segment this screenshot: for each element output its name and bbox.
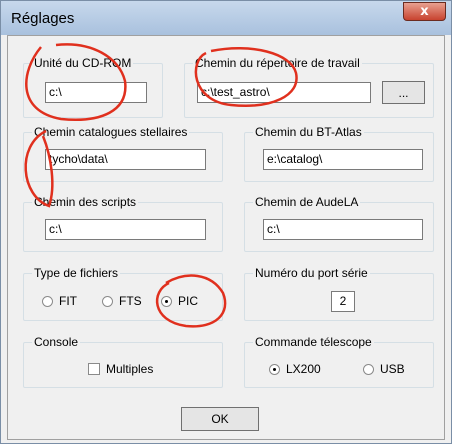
serialport-label: Numéro du port série: [253, 266, 370, 280]
cdrom-input[interactable]: c:\: [45, 82, 147, 103]
workdir-input[interactable]: c:\test_astro\: [197, 82, 371, 103]
group-serialport: Numéro du port série 2: [244, 266, 434, 321]
settings-window: Réglages x Unité du CD-ROM c:\ Chemin du…: [0, 0, 452, 444]
radio-fts[interactable]: FTS: [102, 294, 142, 308]
multiples-checkbox-box[interactable]: [88, 363, 100, 375]
telescope-label: Commande télescope: [253, 335, 374, 349]
ok-button[interactable]: OK: [181, 407, 259, 431]
btatlas-input[interactable]: e:\catalog\: [263, 149, 423, 170]
browse-button[interactable]: ...: [382, 81, 425, 104]
group-console: Console Multiples: [23, 335, 223, 388]
audela-input[interactable]: c:\: [263, 219, 423, 240]
catalogs-label: Chemin catalogues stellaires: [32, 125, 190, 139]
radio-usb-label: USB: [380, 362, 405, 376]
console-label: Console: [32, 335, 81, 349]
workdir-label: Chemin du répertoire de travail: [193, 56, 362, 70]
btatlas-label: Chemin du BT-Atlas: [253, 125, 364, 139]
scripts-input[interactable]: c:\: [45, 219, 206, 240]
radio-fts-label: FTS: [119, 294, 142, 308]
radio-lx200-label: LX200: [286, 362, 321, 376]
group-cdrom: Unité du CD-ROM c:\: [23, 56, 163, 118]
radio-fit[interactable]: FIT: [42, 294, 77, 308]
radio-usb-circle[interactable]: [363, 363, 374, 375]
catalogs-input[interactable]: tycho\data\: [45, 149, 206, 170]
radio-lx200[interactable]: LX200: [269, 362, 321, 376]
cdrom-label: Unité du CD-ROM: [32, 56, 134, 70]
multiples-checkbox[interactable]: Multiples: [88, 362, 153, 376]
group-scripts: Chemin des scripts c:\: [23, 195, 223, 252]
radio-fts-circle[interactable]: [102, 295, 113, 307]
scripts-label: Chemin des scripts: [32, 195, 139, 209]
radio-pic[interactable]: PIC: [161, 294, 198, 308]
serialport-input[interactable]: 2: [331, 291, 355, 312]
radio-lx200-circle[interactable]: [269, 363, 280, 375]
radio-fit-circle[interactable]: [42, 295, 53, 307]
radio-pic-label: PIC: [178, 294, 199, 308]
group-filetype: Type de fichiers FIT FTS PIC: [23, 266, 223, 321]
radio-pic-circle[interactable]: [161, 295, 172, 307]
group-audela: Chemin de AudeLA c:\: [244, 195, 434, 252]
close-button[interactable]: x: [403, 2, 446, 21]
radio-fit-label: FIT: [59, 294, 77, 308]
group-catalogs: Chemin catalogues stellaires tycho\data\: [23, 125, 223, 182]
group-workdir: Chemin du répertoire de travail c:\test_…: [184, 56, 434, 118]
filetype-label: Type de fichiers: [32, 266, 121, 280]
multiples-label: Multiples: [106, 362, 154, 376]
audela-label: Chemin de AudeLA: [253, 195, 361, 209]
title-bar[interactable]: Réglages x: [1, 1, 451, 35]
radio-usb[interactable]: USB: [363, 362, 405, 376]
close-icon: x: [420, 4, 429, 19]
dialog-client-area: Unité du CD-ROM c:\ Chemin du répertoire…: [7, 35, 445, 440]
window-title: Réglages: [11, 10, 75, 27]
group-btatlas: Chemin du BT-Atlas e:\catalog\: [244, 125, 434, 182]
group-telescope: Commande télescope LX200 USB: [244, 335, 434, 388]
